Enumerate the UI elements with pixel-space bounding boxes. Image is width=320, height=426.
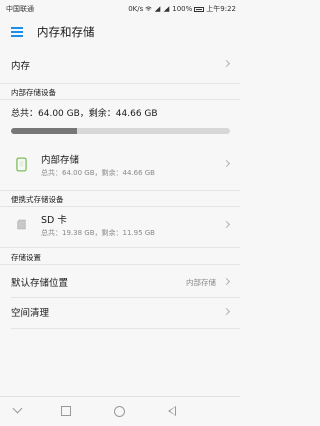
memory-label: 内存 bbox=[11, 61, 31, 72]
section-header-settings: 存储设置 bbox=[11, 253, 41, 262]
section-header-internal: 内部存储设备 bbox=[11, 88, 56, 97]
chevron-right-icon bbox=[222, 159, 231, 168]
sd-card-icon bbox=[17, 219, 26, 230]
recents-button[interactable] bbox=[61, 406, 71, 416]
battery-icon bbox=[194, 6, 205, 12]
divider bbox=[0, 83, 240, 84]
hamburger-menu-icon[interactable] bbox=[11, 27, 23, 37]
internal-storage-label: 内部存储 bbox=[41, 155, 80, 166]
sd-card-label: SD 卡 bbox=[41, 215, 67, 226]
divider bbox=[0, 99, 240, 100]
divider bbox=[11, 297, 240, 298]
home-button[interactable] bbox=[114, 406, 125, 417]
signal-icon bbox=[154, 6, 161, 12]
status-icons: 0K/s 100% 上午9:22 bbox=[128, 4, 236, 14]
phone-storage-icon bbox=[16, 157, 27, 172]
signal-icon-2 bbox=[163, 6, 170, 12]
internal-summary-text: 总共：64.00 GB，剩余：44.66 GB bbox=[11, 109, 158, 119]
divider bbox=[0, 247, 240, 248]
network-speed: 0K/s bbox=[128, 5, 144, 13]
storage-usage-fill bbox=[11, 128, 77, 134]
divider bbox=[0, 190, 240, 191]
battery-percent: 100% bbox=[172, 5, 193, 13]
default-storage-location-value: 内部存储 bbox=[186, 278, 216, 287]
internal-storage-detail: 总共：64.00 GB，剩余：44.66 GB bbox=[41, 169, 155, 177]
internal-storage-item[interactable]: 内部存储 总共：64.00 GB，剩余：44.66 GB bbox=[0, 145, 240, 185]
clock: 上午9:22 bbox=[206, 5, 236, 13]
wifi-icon bbox=[145, 6, 152, 11]
back-button[interactable] bbox=[168, 406, 176, 416]
divider bbox=[11, 328, 240, 329]
hide-nav-chevron-down-icon[interactable] bbox=[12, 403, 23, 414]
system-nav-bar bbox=[0, 396, 240, 426]
chevron-right-icon bbox=[222, 307, 231, 316]
default-storage-location-label: 默认存储位置 bbox=[11, 278, 69, 289]
section-header-portable: 便携式存储设备 bbox=[11, 195, 64, 204]
chevron-right-icon bbox=[222, 59, 231, 68]
page-title: 内存和存储 bbox=[37, 25, 95, 39]
internal-summary: 总共：64.00 GB，剩余：44.66 GB bbox=[0, 106, 240, 120]
sd-card-detail: 总共：19.38 GB，剩余：11.95 GB bbox=[41, 229, 155, 237]
storage-usage-bar bbox=[11, 128, 230, 134]
divider bbox=[0, 264, 240, 265]
status-bar: 中国联通 0K/s 100% 上午9:22 bbox=[0, 0, 240, 16]
default-storage-location-row[interactable]: 默认存储位置 内部存储 bbox=[0, 268, 240, 296]
space-cleanup-label: 空间清理 bbox=[11, 308, 50, 319]
carrier-label: 中国联通 bbox=[6, 5, 34, 13]
space-cleanup-row[interactable]: 空间清理 bbox=[0, 299, 240, 327]
chevron-right-icon bbox=[222, 277, 231, 286]
sd-card-item[interactable]: SD 卡 总共：19.38 GB，剩余：11.95 GB bbox=[0, 207, 240, 245]
memory-row[interactable]: 内存 bbox=[0, 52, 240, 76]
chevron-right-icon bbox=[222, 220, 231, 229]
app-bar: 内存和存储 bbox=[0, 16, 240, 48]
